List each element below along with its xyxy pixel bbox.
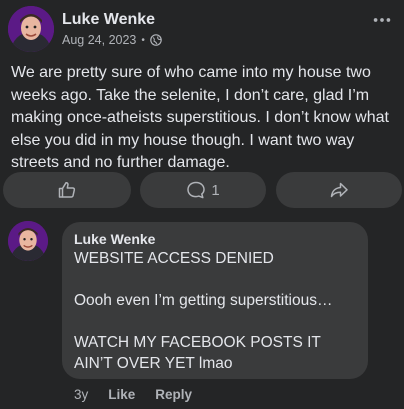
comment-count: 1 [211,181,220,199]
comment-reply-button[interactable]: Reply [155,387,192,402]
meta-separator: • [141,34,145,46]
more-options-button[interactable] [370,8,394,32]
post-author-name[interactable]: Luke Wenke [62,11,155,29]
post-date[interactable]: Aug 24, 2023 [62,33,136,47]
comment-icon [187,181,206,199]
comment-age[interactable]: 3y [74,387,88,402]
comment-button[interactable]: 1 [140,172,266,208]
post-body-text: We are pretty sure of who came into my h… [11,64,389,171]
thumbs-up-icon [58,182,76,198]
comment-author-avatar[interactable] [8,221,48,261]
like-button[interactable] [3,172,131,208]
comment-bubble: Luke Wenke WEBSITE ACCESS DENIED Oooh ev… [62,222,368,379]
globe-icon [150,34,162,46]
post-meta: Aug 24, 2023 • [62,33,162,47]
comment-like-button[interactable]: Like [108,387,135,402]
more-horizontal-icon [373,18,391,22]
comment-author-name[interactable]: Luke Wenke [74,230,356,248]
comment-text: WEBSITE ACCESS DENIED Oooh even I’m gett… [74,250,333,372]
post-author-avatar[interactable] [8,6,54,52]
share-button[interactable] [276,172,402,208]
comment-actions: 3y Like Reply [74,387,192,402]
share-icon [330,182,348,198]
